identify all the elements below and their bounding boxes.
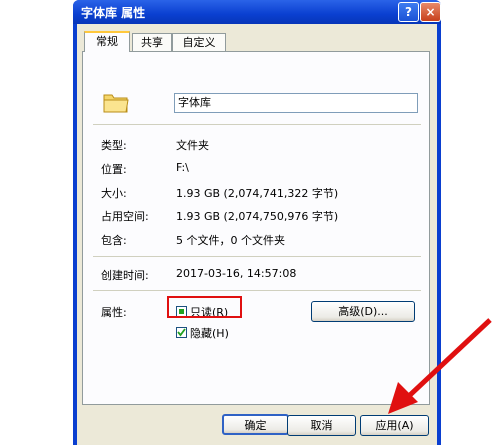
annotation-arrow — [388, 318, 492, 414]
tab-general[interactable]: 常规 — [84, 31, 130, 52]
